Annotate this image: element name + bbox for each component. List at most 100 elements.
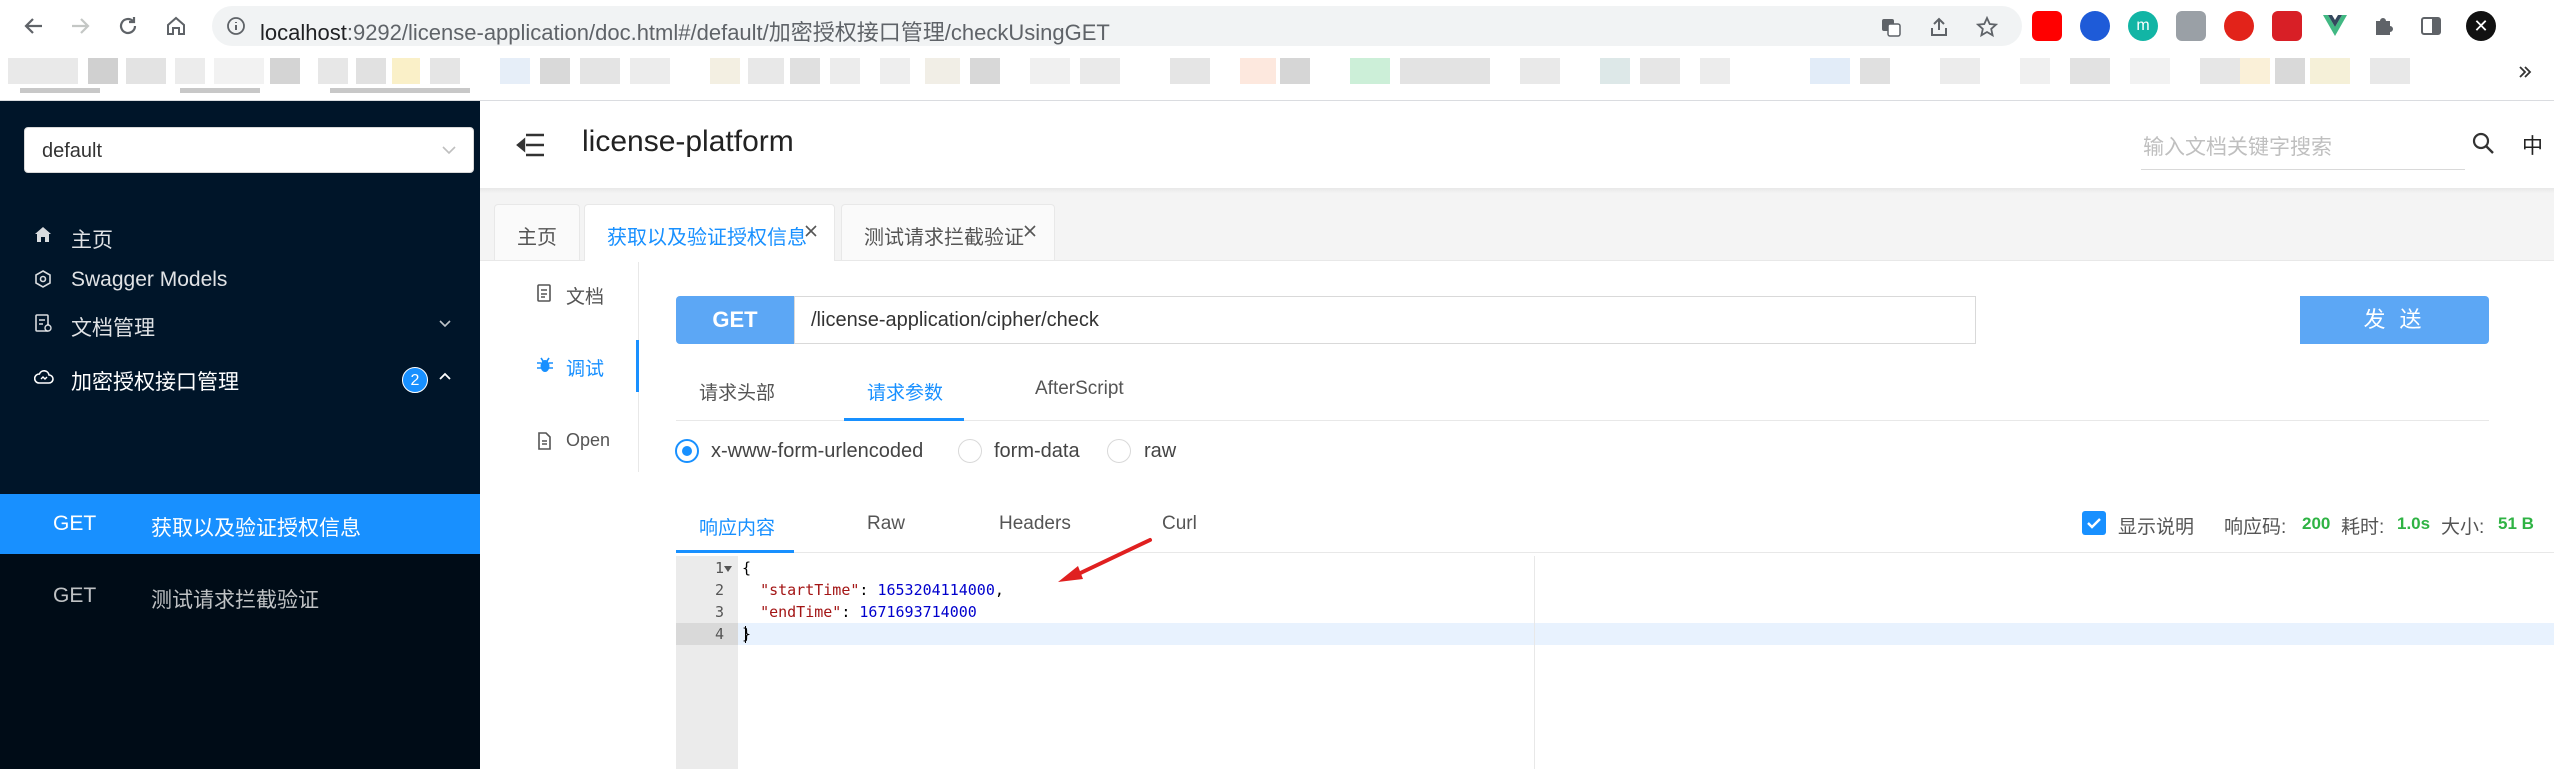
send-button[interactable]: 发 送: [2300, 296, 2489, 344]
bookmarks-overflow-icon[interactable]: [2518, 64, 2532, 80]
tab-label: 主页: [517, 227, 557, 249]
json-value: 1671693714000: [859, 603, 977, 621]
address-bar[interactable]: localhost:9292/license-application/doc.h…: [212, 6, 2022, 46]
reload-button[interactable]: [110, 8, 146, 44]
active-indicator: [636, 340, 639, 392]
extension-5-icon[interactable]: [2224, 11, 2254, 41]
submenu-item-check[interactable]: GET 获取以及验证授权信息: [0, 494, 480, 554]
translate-icon[interactable]: [1880, 16, 1902, 38]
extension-3-icon[interactable]: m: [2128, 11, 2158, 41]
sidebar-item-label: 加密授权接口管理: [71, 371, 239, 394]
extension-2-icon[interactable]: [2080, 11, 2110, 41]
print-margin: [1534, 556, 1535, 769]
home-button[interactable]: [158, 8, 194, 44]
chevron-down-icon: [442, 146, 456, 155]
sidebar-item-label: 文档管理: [71, 317, 155, 340]
show-description-checkbox[interactable]: [2082, 511, 2106, 535]
fold-arrow-icon[interactable]: [724, 566, 732, 572]
back-button[interactable]: [16, 8, 52, 44]
bookmark-star-icon[interactable]: [1976, 16, 1998, 38]
chevron-up-icon: [439, 372, 451, 380]
url-text: localhost:9292/license-application/doc.h…: [260, 15, 1110, 47]
radio-raw[interactable]: [1107, 439, 1131, 463]
language-switch[interactable]: 中: [2522, 130, 2543, 160]
sidebar-item-doc-manage[interactable]: 文档管理: [0, 294, 480, 354]
site-info-icon[interactable]: [226, 16, 246, 36]
status-code-label: 响应码:: [2224, 517, 2287, 538]
url-path: :9292/license-application/doc.html#/defa…: [346, 20, 1110, 45]
share-icon[interactable]: [1928, 16, 1950, 38]
tab-response-raw[interactable]: Raw: [867, 513, 905, 535]
text-cursor: [745, 626, 746, 643]
home-icon: [35, 227, 51, 242]
search-icon[interactable]: [2471, 131, 2495, 155]
method-badge: GET: [676, 296, 794, 344]
size-value: 51 B: [2498, 514, 2534, 533]
json-key: "startTime": [760, 581, 860, 599]
vue-devtools-icon[interactable]: [2320, 11, 2350, 41]
search-input[interactable]: [2141, 127, 2465, 170]
group-select-value: default: [42, 140, 103, 162]
method-label: GET: [53, 584, 97, 607]
request-bar: GET /license-application/cipher/check 发 …: [676, 296, 2489, 344]
menu-fold-icon[interactable]: [516, 133, 546, 157]
extensions-puzzle-icon[interactable]: [2368, 11, 2398, 41]
extension-6-icon[interactable]: [2272, 11, 2302, 41]
comma: ,: [994, 581, 1004, 599]
doc-icon: [537, 284, 551, 302]
line-number: 2: [714, 581, 724, 599]
active-line-highlight: [738, 623, 2554, 645]
close-icon[interactable]: [1022, 223, 1038, 239]
inner-nav-doc[interactable]: 文档: [520, 270, 636, 318]
submenu-item-test[interactable]: GET 测试请求拦截验证: [0, 566, 480, 626]
tab-response-headers[interactable]: Headers: [999, 513, 1071, 535]
line-number: 3: [714, 603, 724, 621]
tab-check-api[interactable]: 获取以及验证授权信息: [584, 204, 835, 261]
camera-extension-icon[interactable]: [2176, 11, 2206, 41]
line-number: 4: [714, 625, 724, 643]
models-icon: [35, 270, 51, 288]
inner-nav-label: Open: [566, 430, 611, 450]
tab-home[interactable]: 主页: [494, 204, 580, 260]
status-code-value: 200: [2302, 514, 2331, 533]
count-badge: 2: [402, 367, 428, 393]
brace-close: }: [742, 625, 752, 643]
show-description-label: 显示说明: [2118, 517, 2195, 538]
sidebar: default 主页 Swagger Models 文档管理 加密授权接口管理 …: [0, 101, 480, 769]
code-line: {: [742, 559, 751, 577]
group-select[interactable]: default: [24, 127, 474, 173]
time-value: 1.0s: [2397, 514, 2431, 533]
code-line: "startTime": 1653204114000,: [760, 581, 1004, 599]
app-header: license-platform 中: [480, 101, 2554, 189]
tab-response-content[interactable]: 响应内容: [699, 513, 775, 540]
radio-label: x-www-form-urlencoded: [711, 440, 924, 462]
inner-nav-debug[interactable]: 调试: [520, 342, 636, 390]
close-icon[interactable]: [803, 223, 819, 239]
extension-1-icon[interactable]: [2032, 11, 2062, 41]
tab-test-api[interactable]: 测试请求拦截验证: [841, 204, 1055, 260]
tab-label: 测试请求拦截验证: [864, 227, 1024, 249]
browser-home-icon: [167, 16, 185, 35]
cloud-icon: [34, 370, 54, 384]
tab-request-params[interactable]: 请求参数: [867, 378, 943, 405]
inner-nav-open[interactable]: Open: [520, 418, 636, 466]
page-title: license-platform: [582, 125, 794, 158]
tab-request-headers[interactable]: 请求头部: [699, 378, 775, 405]
brace-open: {: [742, 559, 752, 577]
tab-after-script[interactable]: AfterScript: [1035, 378, 1124, 400]
reload-icon: [119, 17, 137, 35]
tab-response-curl[interactable]: Curl: [1162, 513, 1197, 535]
sidebar-item-cipher-api[interactable]: 加密授权接口管理 2: [0, 348, 480, 408]
forward-arrow-icon: [72, 18, 90, 34]
back-arrow-icon: [24, 18, 42, 34]
sidepanel-icon[interactable]: [2416, 11, 2446, 41]
browser-toolbar: localhost:9292/license-application/doc.h…: [0, 0, 2554, 52]
radio-urlencoded[interactable]: [675, 439, 699, 463]
radio-form-data[interactable]: [958, 439, 982, 463]
time-label: 耗时:: [2341, 517, 2385, 538]
code-line: "endTime": 1671693714000: [760, 603, 977, 621]
profile-avatar[interactable]: ✕: [2466, 11, 2496, 41]
url-input[interactable]: /license-application/cipher/check: [794, 296, 1976, 344]
forward-button[interactable]: [62, 8, 98, 44]
response-editor[interactable]: 1 2 3 4 { "startTime": 1653204114000, "e…: [676, 556, 2554, 769]
